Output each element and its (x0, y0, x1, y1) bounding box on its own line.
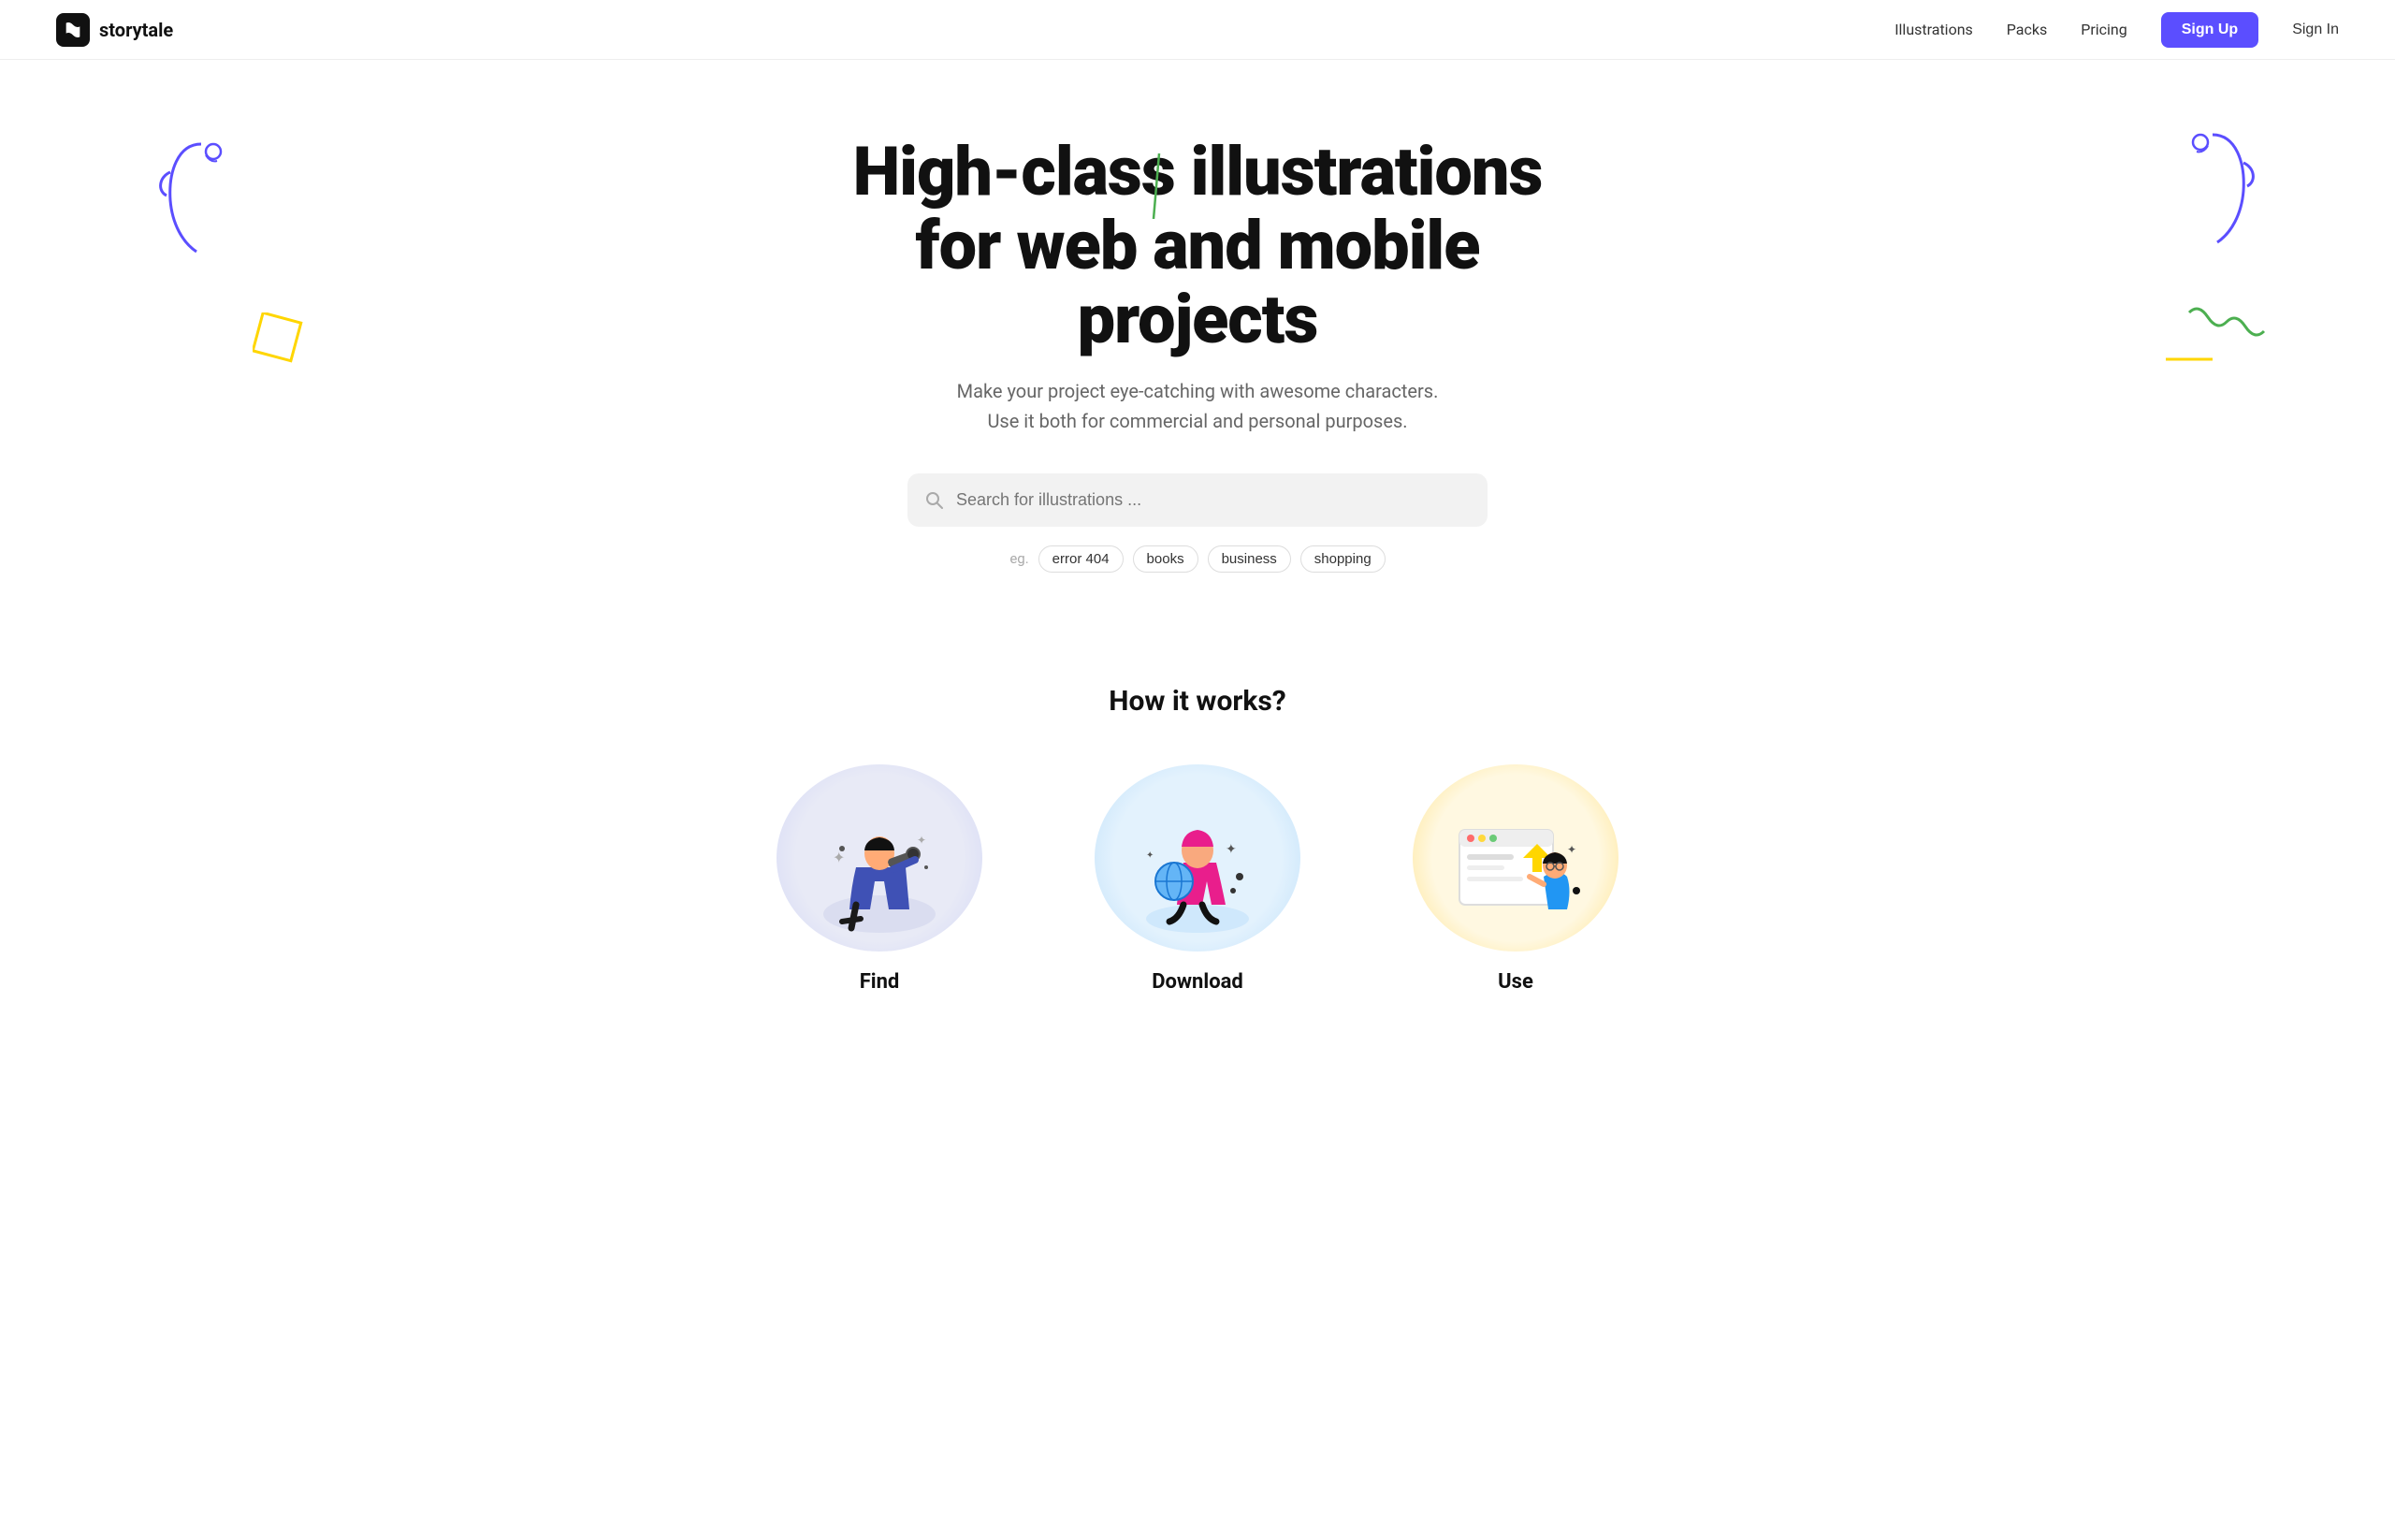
logo-text: storytale (99, 19, 173, 41)
find-label: Find (748, 970, 1010, 994)
find-illustration: ✦ ✦ (777, 764, 982, 952)
navbar: storytale Illustrations Packs Pricing Si… (0, 0, 2395, 60)
hero-title: High-class illustrations for web and mob… (814, 135, 1581, 357)
deco-left-arm (150, 135, 253, 260)
how-cards: ✦ ✦ Find (37, 764, 2358, 994)
tag-shopping[interactable]: shopping (1300, 545, 1386, 573)
deco-yellow-square (253, 312, 309, 372)
signin-button[interactable]: Sign In (2292, 22, 2339, 38)
how-section-title: How it works? (37, 685, 2358, 718)
tag-business[interactable]: business (1208, 545, 1291, 573)
use-label: Use (1385, 970, 1647, 994)
hero-section: High-class illustrations for web and mob… (0, 60, 2395, 629)
search-input[interactable] (907, 473, 1488, 527)
deco-green-squiggle (2180, 303, 2273, 382)
search-container (907, 473, 1488, 527)
nav-illustrations[interactable]: Illustrations (1894, 21, 1973, 38)
nav-pricing[interactable]: Pricing (2081, 21, 2127, 38)
svg-text:✦: ✦ (917, 834, 926, 847)
svg-text:✦: ✦ (1567, 843, 1576, 856)
logo-icon (56, 13, 90, 47)
download-illustration: ✦ ✦ (1095, 764, 1300, 952)
how-card-download: ✦ ✦ Download (1067, 764, 1328, 994)
how-card-use: ✦ Use (1385, 764, 1647, 994)
nav-links: Illustrations Packs Pricing Sign Up Sign… (1894, 12, 2339, 48)
tag-error404[interactable]: error 404 (1038, 545, 1124, 573)
use-illustration: ✦ (1413, 764, 1618, 952)
hero-subtitle: Make your project eye-catching with awes… (37, 376, 2358, 436)
deco-right-arm (2161, 125, 2264, 251)
svg-text:✦: ✦ (1146, 850, 1154, 861)
search-icon (924, 490, 943, 509)
tag-books[interactable]: books (1133, 545, 1198, 573)
signup-button[interactable]: Sign Up (2161, 12, 2258, 48)
nav-packs[interactable]: Packs (2007, 21, 2047, 38)
tag-eg-label: eg. (1009, 550, 1028, 567)
search-tags: eg. error 404 books business shopping (37, 545, 2358, 573)
how-card-find: ✦ ✦ Find (748, 764, 1010, 994)
svg-text:✦: ✦ (833, 849, 845, 866)
deco-dash-right (2166, 350, 2213, 368)
logo[interactable]: storytale (56, 13, 173, 47)
how-it-works-section: How it works? (0, 629, 2395, 1031)
download-label: Download (1067, 970, 1328, 994)
logo-svg (63, 20, 83, 40)
svg-text:✦: ✦ (1226, 842, 1237, 857)
